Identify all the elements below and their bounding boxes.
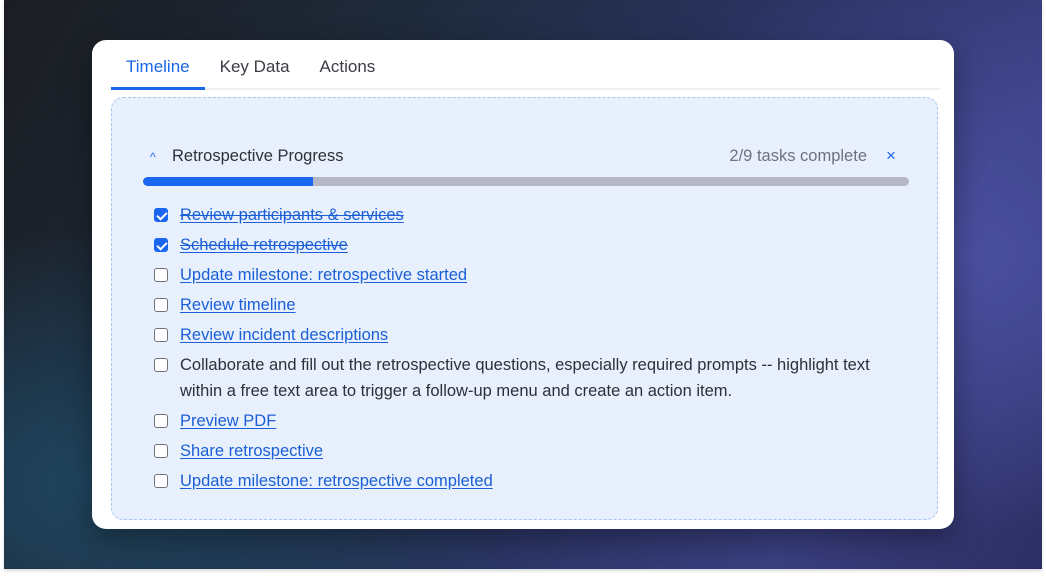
task-checkbox[interactable] — [154, 474, 168, 488]
task-link[interactable]: Share retrospective — [180, 438, 323, 464]
task-checkbox[interactable] — [154, 268, 168, 282]
task-item: Collaborate and fill out the retrospecti… — [154, 352, 917, 404]
tab-key-data[interactable]: Key Data — [205, 56, 305, 90]
task-progress-status: 2/9 tasks complete — [729, 146, 867, 165]
task-link[interactable]: Update milestone: retrospective started — [180, 262, 467, 288]
task-checkbox[interactable] — [154, 414, 168, 428]
panel-title[interactable]: Retrospective Progress — [172, 147, 344, 166]
task-item: Review participants & services — [154, 202, 917, 228]
tab-bar: Timeline Key Data Actions — [111, 40, 940, 90]
close-icon[interactable]: × — [883, 147, 899, 164]
task-item: Preview PDF — [154, 408, 917, 434]
task-link[interactable]: Review incident descriptions — [180, 322, 388, 348]
task-item: Share retrospective — [154, 438, 917, 464]
task-link[interactable]: Schedule retrospective — [180, 232, 348, 258]
tab-timeline[interactable]: Timeline — [111, 56, 205, 90]
collapse-toggle[interactable]: ^ Retrospective Progress — [150, 147, 344, 166]
task-link[interactable]: Review timeline — [180, 292, 296, 318]
task-link[interactable]: Update milestone: retrospective complete… — [180, 468, 493, 494]
task-checkbox[interactable] — [154, 444, 168, 458]
task-checkbox[interactable] — [154, 358, 168, 372]
tab-actions[interactable]: Actions — [305, 56, 391, 90]
task-item: Review incident descriptions — [154, 322, 917, 348]
panel-header: ^ Retrospective Progress 2/9 tasks compl… — [150, 144, 899, 168]
task-link[interactable]: Preview PDF — [180, 408, 276, 434]
task-item: Update milestone: retrospective complete… — [154, 468, 917, 494]
task-item: Update milestone: retrospective started — [154, 262, 917, 288]
task-item: Schedule retrospective — [154, 232, 917, 258]
task-checkbox[interactable] — [154, 208, 168, 222]
task-text: Collaborate and fill out the retrospecti… — [180, 356, 870, 400]
task-checklist: Review participants & services Schedule … — [154, 202, 917, 498]
progress-bar-fill — [143, 177, 314, 186]
chevron-up-icon[interactable]: ^ — [150, 150, 170, 164]
task-checkbox[interactable] — [154, 238, 168, 252]
retrospective-progress-panel: ^ Retrospective Progress 2/9 tasks compl… — [111, 97, 938, 520]
progress-bar — [143, 177, 909, 186]
retrospective-card: Timeline Key Data Actions ^ Retrospectiv… — [92, 40, 954, 529]
task-link[interactable]: Review participants & services — [180, 202, 404, 228]
task-checkbox[interactable] — [154, 328, 168, 342]
task-item: Review timeline — [154, 292, 917, 318]
task-checkbox[interactable] — [154, 298, 168, 312]
